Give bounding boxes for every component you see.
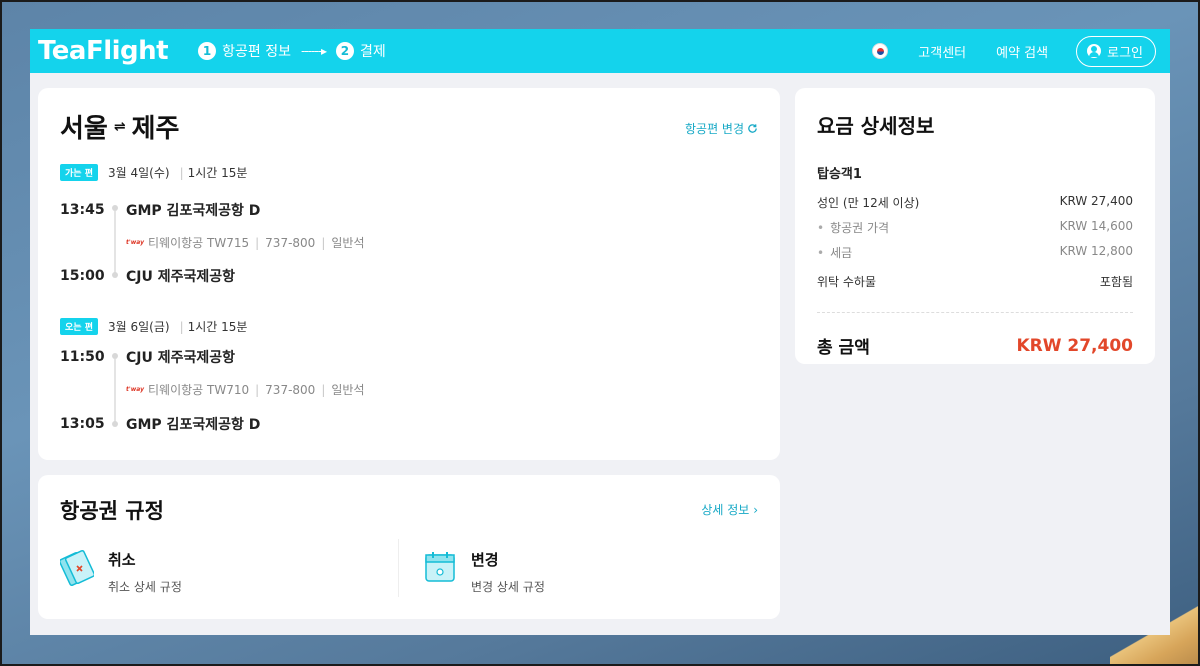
- timeline-line: [114, 211, 116, 274]
- fare-value: 포함됨: [1099, 275, 1133, 289]
- login-button[interactable]: 로그인: [1076, 35, 1156, 67]
- total-label: 총 금액: [817, 338, 870, 358]
- fare-value: KRW 27,400: [1059, 194, 1133, 208]
- arrival-time: 15:00: [60, 268, 105, 284]
- app-window: TeaFlight 1 항공편 정보 ------▸ 2 결제 고객센터 예약 …: [30, 29, 1170, 635]
- passenger-label: 탑승객1: [817, 167, 862, 182]
- step-number: 1: [198, 42, 217, 60]
- segment-header: 오는 편 3월 6일(금) | 1시간 15분: [60, 318, 760, 335]
- airline-logo: t'way: [126, 386, 145, 393]
- departure-row: 11:50 CJU 제주국제공항: [60, 347, 235, 367]
- cabin-class: 일반석: [331, 236, 365, 250]
- airline-row: t'way 티웨이항공 TW710 | 737-800 | 일반석: [126, 381, 364, 398]
- step-number: 2: [335, 42, 354, 60]
- airline-flight: 티웨이항공 TW710: [148, 383, 250, 397]
- divider: |: [321, 382, 326, 397]
- fare-label: 항공권 가격: [817, 219, 889, 236]
- fare-label: 세금: [817, 244, 852, 261]
- arrival-time: 13:05: [60, 416, 105, 432]
- refresh-icon: [748, 124, 757, 133]
- airline-logo: t'way: [126, 239, 145, 246]
- rules-title: 항공권 규정: [60, 499, 164, 523]
- segment-duration: 1시간 15분: [187, 166, 248, 180]
- departure-time: 13:45: [60, 202, 105, 218]
- change-rule-name: 변경: [471, 551, 499, 569]
- cancel-rule-name: 취소: [108, 551, 136, 569]
- korea-flag-icon[interactable]: [872, 43, 889, 59]
- segment-date: 3월 6일(금): [107, 320, 170, 334]
- fare-divider: [817, 312, 1133, 313]
- divider: |: [255, 235, 260, 250]
- return-segment: 오는 편 3월 6일(금) | 1시간 15분 11:50 CJU 제주국제공항…: [60, 318, 760, 448]
- fare-label: 위탁 수하물: [817, 275, 877, 289]
- calendar-icon: [425, 552, 455, 582]
- departure-airport: CJU 제주국제공항: [126, 350, 236, 366]
- ticket-icon: [60, 549, 94, 587]
- cabin-class: 일반석: [331, 383, 365, 397]
- step-payment: 2 결제: [335, 41, 386, 61]
- top-header: TeaFlight 1 항공편 정보 ------▸ 2 결제 고객센터 예약 …: [30, 29, 1170, 73]
- change-flight-label: 항공편 변경: [684, 122, 744, 136]
- origin-city: 서울: [60, 114, 108, 144]
- change-rule-desc: 변경 상세 규정: [471, 580, 545, 594]
- detail-link-label: 상세 정보: [701, 503, 750, 517]
- airline-flight: 티웨이항공 TW715: [148, 236, 250, 250]
- step-flight-info: 1 항공편 정보: [198, 41, 291, 61]
- fare-card: 요금 상세정보 탑승객1 성인 (만 12세 이상) KRW 27,400 항공…: [795, 88, 1155, 364]
- divider: |: [179, 319, 184, 334]
- rule-divider: [398, 539, 399, 597]
- airline-row: t'way 티웨이항공 TW715 | 737-800 | 일반석: [126, 234, 364, 251]
- segment-header: 가는 편 3월 4일(수) | 1시간 15분: [60, 164, 760, 181]
- fare-title: 요금 상세정보: [817, 114, 935, 138]
- fare-baggage-row: 위탁 수하물 포함됨: [817, 273, 1133, 290]
- step-arrow-icon: ------▸: [300, 44, 327, 58]
- fare-value: KRW 14,600: [1059, 219, 1133, 233]
- customer-center-link[interactable]: 고객센터: [918, 42, 966, 61]
- segment-duration: 1시간 15분: [187, 320, 248, 334]
- fare-tax-row: 세금 KRW 12,800: [817, 244, 1133, 261]
- outbound-segment: 가는 편 3월 4일(수) | 1시간 15분 13:45 GMP 김포국제공항…: [60, 164, 760, 294]
- total-value: KRW 27,400: [1016, 335, 1133, 356]
- cancel-rule-desc: 취소 상세 규정: [108, 580, 182, 594]
- divider: |: [321, 235, 326, 250]
- chevron-right-icon: ›: [753, 503, 758, 517]
- step-label: 결제: [359, 44, 386, 60]
- destination-city: 제주: [131, 114, 180, 144]
- fare-label: 성인 (만 12세 이상): [817, 196, 920, 210]
- departure-row: 13:45 GMP 김포국제공항 D: [60, 200, 260, 220]
- cancel-rule[interactable]: 취소 취소 상세 규정: [60, 547, 182, 595]
- arrival-airport: CJU 제주국제공항: [126, 269, 236, 285]
- rules-detail-link[interactable]: 상세 정보 ›: [701, 501, 758, 518]
- rules-card: 항공권 규정 상세 정보 › 취소 취소 상세 규정 변경 변경 상세 규정: [38, 475, 780, 619]
- change-flight-link[interactable]: 항공편 변경: [685, 120, 758, 137]
- logo[interactable]: TeaFlight: [38, 38, 169, 64]
- aircraft-type: 737-800: [265, 235, 316, 250]
- flight-card: 서울 ⇌ 제주 항공편 변경 가는 편 3월 4일(수) | 1시간 15분 1…: [38, 88, 780, 460]
- swap-icon: ⇌: [113, 118, 126, 135]
- change-rule[interactable]: 변경 변경 상세 규정: [423, 547, 545, 595]
- fare-ticket-row: 항공권 가격 KRW 14,600: [817, 219, 1133, 236]
- divider: |: [255, 382, 260, 397]
- arrival-row: 13:05 GMP 김포국제공항 D: [60, 414, 260, 434]
- user-icon: [1087, 44, 1102, 58]
- login-label: 로그인: [1107, 45, 1143, 61]
- arrival-airport: GMP 김포국제공항 D: [126, 417, 261, 433]
- arrival-row: 15:00 CJU 제주국제공항: [60, 266, 235, 286]
- aircraft-type: 737-800: [265, 382, 316, 397]
- segment-date: 3월 4일(수): [107, 166, 170, 180]
- fare-adult-row: 성인 (만 12세 이상) KRW 27,400: [817, 194, 1133, 211]
- outbound-badge: 가는 편: [60, 164, 98, 181]
- header-nav: 고객센터 예약 검색 로그인: [872, 35, 1156, 67]
- progress-steps: 1 항공편 정보 ------▸ 2 결제: [198, 41, 386, 61]
- divider: |: [179, 165, 184, 180]
- return-badge: 오는 편: [60, 318, 98, 335]
- total-row: 총 금액 KRW 27,400: [817, 333, 1133, 359]
- route-title: 서울 ⇌ 제주: [60, 108, 758, 145]
- fare-value: KRW 12,800: [1059, 244, 1133, 258]
- departure-airport: GMP 김포국제공항 D: [126, 203, 261, 219]
- step-label: 항공편 정보: [222, 44, 291, 60]
- booking-search-link[interactable]: 예약 검색: [996, 42, 1048, 61]
- departure-time: 11:50: [60, 349, 105, 365]
